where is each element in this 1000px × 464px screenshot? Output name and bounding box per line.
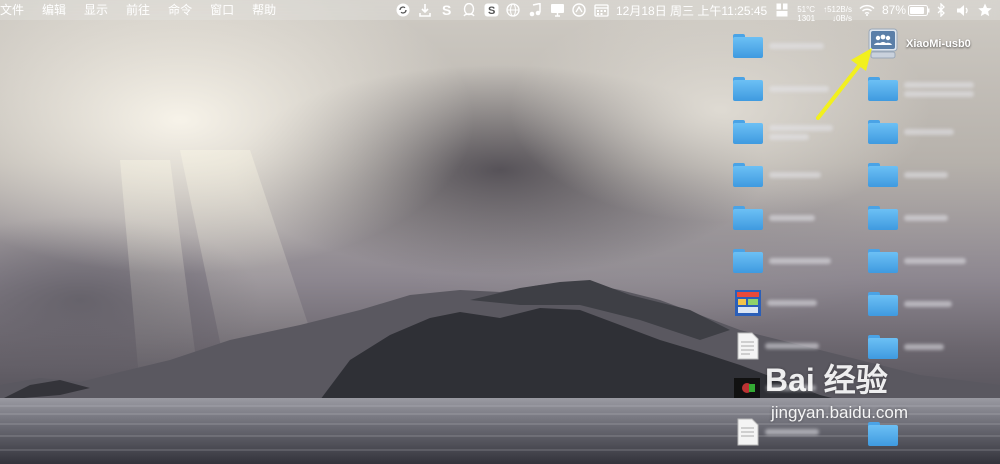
qq-icon[interactable] bbox=[458, 0, 480, 20]
fan-rpm: 1301 bbox=[797, 13, 816, 23]
baidu-watermark: Bai 经验 jingyan.baidu.com bbox=[765, 355, 908, 423]
star-icon[interactable] bbox=[974, 0, 996, 20]
battery-percent[interactable]: 87% bbox=[878, 0, 908, 20]
volume-icon[interactable] bbox=[952, 0, 974, 20]
music-icon[interactable] bbox=[524, 0, 546, 20]
cpu-monitor[interactable]: 51°C 1301 bbox=[793, 0, 819, 22]
watermark-logo: Bai 经验 bbox=[765, 362, 888, 398]
menu-file[interactable]: 文件 bbox=[0, 0, 33, 20]
wifi-icon[interactable] bbox=[856, 0, 878, 20]
svg-text:S: S bbox=[488, 5, 495, 17]
app-menus: 文件 编辑 显示 前往 命令 窗口 帮助 bbox=[0, 0, 285, 20]
network-monitor[interactable]: ↑512B/s ↓0B/s bbox=[819, 0, 856, 22]
vpn-icon[interactable] bbox=[568, 0, 590, 20]
sogou-input-icon[interactable]: S bbox=[480, 0, 502, 20]
menu-view[interactable]: 显示 bbox=[75, 0, 117, 20]
globe-icon[interactable] bbox=[502, 0, 524, 20]
menu-command[interactable]: 命令 bbox=[159, 0, 201, 20]
watermark-url: jingyan.baidu.com bbox=[771, 403, 909, 422]
menu-help[interactable]: 帮助 bbox=[243, 0, 285, 20]
calendar-icon[interactable] bbox=[590, 0, 612, 20]
status-area: S S 12月18日 周三 上午11:25:45 51°C 1301 ↑512B… bbox=[392, 0, 996, 22]
window-layout-icon[interactable] bbox=[771, 0, 793, 20]
menu-bar: 文件 编辑 显示 前往 命令 窗口 帮助 S S 12月18日 周三 上午11:… bbox=[0, 0, 1000, 22]
clock[interactable]: 12月18日 周三 上午11:25:45 bbox=[612, 0, 771, 20]
menu-window[interactable]: 窗口 bbox=[201, 0, 243, 20]
sogou-s-icon[interactable]: S bbox=[436, 0, 458, 20]
display-icon[interactable] bbox=[546, 0, 568, 20]
net-down: ↓0B/s bbox=[831, 13, 852, 23]
menu-go[interactable]: 前往 bbox=[117, 0, 159, 20]
battery-icon[interactable] bbox=[908, 0, 930, 20]
bluetooth-icon[interactable] bbox=[930, 0, 952, 20]
sync-icon[interactable] bbox=[392, 0, 414, 20]
svg-text:S: S bbox=[442, 3, 451, 17]
menu-edit[interactable]: 编辑 bbox=[33, 0, 75, 20]
download-icon[interactable] bbox=[414, 0, 436, 20]
